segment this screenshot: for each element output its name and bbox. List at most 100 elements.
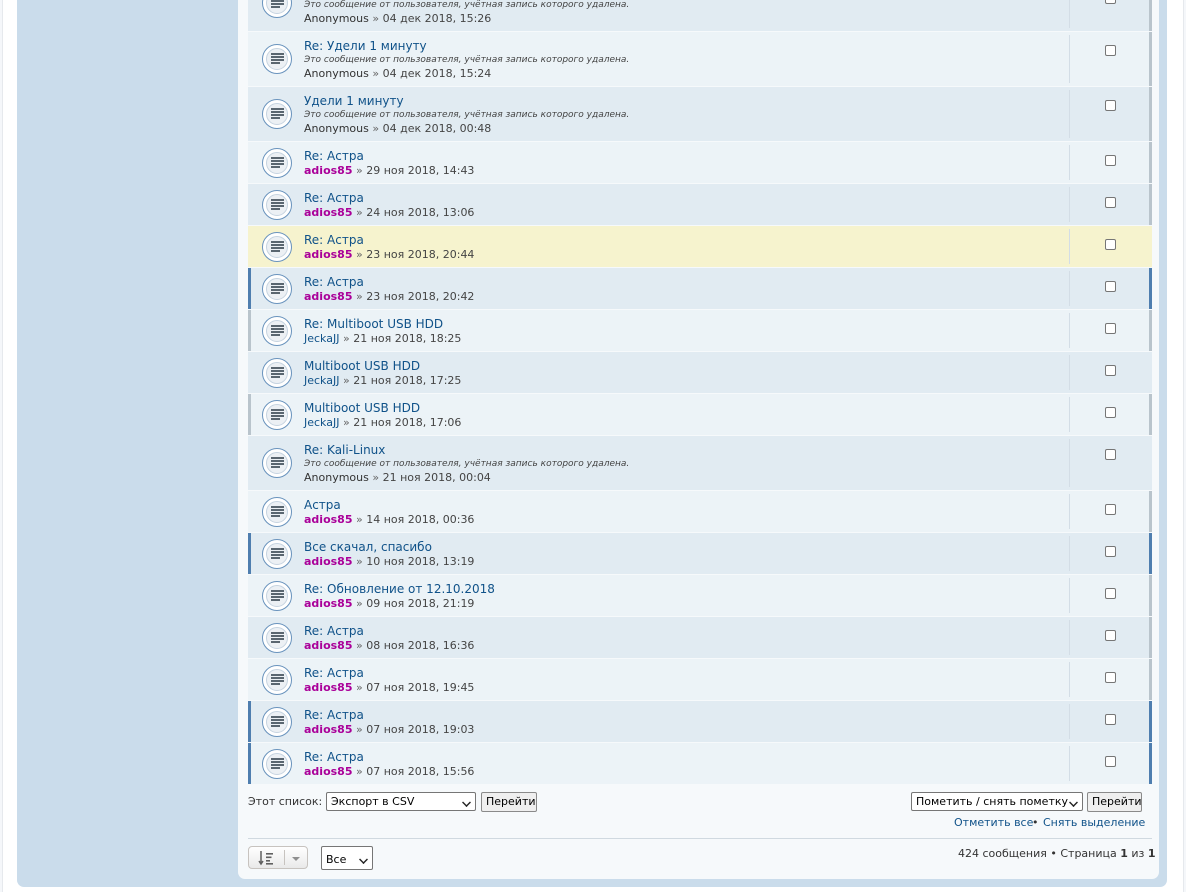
topic-read-icon: [262, 539, 292, 569]
post-author[interactable]: adios85: [304, 681, 352, 694]
post-checkbox[interactable]: [1105, 45, 1116, 56]
post-title-link[interactable]: Все скачал, спасибо: [304, 540, 432, 554]
post-author: Anonymous: [304, 471, 369, 484]
post-author: Anonymous: [304, 122, 369, 135]
post-meta: adios85 » 14 ноя 2018, 00:36: [304, 513, 475, 526]
bullet-separator: •: [1032, 816, 1039, 829]
post-author[interactable]: JeckaJJ: [304, 332, 339, 345]
post-author[interactable]: adios85: [304, 248, 352, 261]
topic-read-icon: [262, 581, 292, 611]
post-checkbox[interactable]: [1105, 0, 1116, 4]
post-checkbox[interactable]: [1105, 588, 1116, 599]
post-date: 04 дек 2018, 15:24: [382, 67, 492, 80]
topic-read-icon: [262, 274, 292, 304]
chevron-down-icon: [1069, 798, 1078, 807]
post-title-link[interactable]: Re: Астра: [304, 666, 364, 680]
post-author[interactable]: JeckaJJ: [304, 416, 339, 429]
list-item: Re: Удели 1 минуту Это сообщение от поль…: [248, 32, 1152, 86]
current-page: 1: [1120, 847, 1128, 860]
post-author[interactable]: adios85: [304, 555, 352, 568]
chevron-down-icon: [359, 855, 368, 864]
post-date: 09 ноя 2018, 21:19: [366, 597, 475, 610]
post-title-link[interactable]: Multiboot USB HDD: [304, 359, 420, 373]
post-author[interactable]: adios85: [304, 597, 352, 610]
post-author[interactable]: adios85: [304, 765, 352, 778]
topic-read-icon: [262, 400, 292, 430]
post-author[interactable]: adios85: [304, 513, 352, 526]
post-meta: Anonymous » 04 дек 2018, 00:48: [304, 122, 492, 135]
post-checkbox[interactable]: [1105, 714, 1116, 725]
list-item: Re: Астра adios85 » 07 ноя 2018, 19:03: [248, 701, 1152, 742]
post-date: 21 ноя 2018, 00:04: [382, 471, 491, 484]
sort-icon: [258, 851, 273, 866]
post-title-link[interactable]: Астра: [304, 498, 341, 512]
topic-read-icon: [262, 749, 292, 779]
post-author[interactable]: adios85: [304, 723, 352, 736]
post-meta: adios85 » 07 ноя 2018, 19:03: [304, 723, 475, 736]
post-checkbox[interactable]: [1105, 546, 1116, 557]
post-title-link[interactable]: Re: Обновление от 12.10.2018: [304, 582, 495, 596]
topic-read-icon: [262, 448, 292, 478]
post-date: 29 ноя 2018, 14:43: [366, 164, 475, 177]
post-meta: adios85 » 23 ноя 2018, 20:42: [304, 290, 475, 303]
topic-read-icon: [262, 148, 292, 178]
post-author[interactable]: JeckaJJ: [304, 374, 339, 387]
mark-all-link[interactable]: Отметить все: [954, 816, 1033, 829]
post-checkbox[interactable]: [1105, 197, 1116, 208]
post-author[interactable]: adios85: [304, 164, 352, 177]
post-checkbox[interactable]: [1105, 449, 1116, 460]
sort-button[interactable]: [248, 846, 308, 869]
post-date: 08 ноя 2018, 16:36: [366, 639, 475, 652]
total-pages: 1: [1147, 847, 1156, 860]
post-title-link[interactable]: Re: Multiboot USB HDD: [304, 317, 443, 331]
mark-select[interactable]: Пометить / снять пометку: [911, 792, 1083, 811]
post-date: 04 дек 2018, 00:48: [382, 122, 492, 135]
post-checkbox[interactable]: [1105, 239, 1116, 250]
post-meta: JeckaJJ » 21 ноя 2018, 17:06: [304, 416, 462, 429]
post-title-link[interactable]: Re: Kali-Linux: [304, 443, 385, 457]
post-title-link[interactable]: Re: Астра: [304, 149, 364, 163]
post-meta: Anonymous » 04 дек 2018, 15:24: [304, 67, 492, 80]
post-date: 07 ноя 2018, 19:03: [366, 723, 475, 736]
topic-read-icon: [262, 99, 292, 129]
post-title-link[interactable]: Re: Астра: [304, 275, 364, 289]
footer-divider: [248, 838, 1152, 839]
export-select[interactable]: Экспорт в CSV: [326, 792, 476, 811]
post-meta: JeckaJJ » 21 ноя 2018, 17:25: [304, 374, 462, 387]
post-title-link[interactable]: Удели 1 минуту: [304, 94, 404, 108]
post-checkbox[interactable]: [1105, 155, 1116, 166]
post-date: 10 ноя 2018, 13:19: [366, 555, 475, 568]
post-meta: adios85 » 24 ноя 2018, 13:06: [304, 206, 475, 219]
post-title-link[interactable]: Re: Астра: [304, 750, 364, 764]
post-checkbox[interactable]: [1105, 323, 1116, 334]
post-checkbox[interactable]: [1105, 100, 1116, 111]
topic-read-icon: [262, 497, 292, 527]
post-checkbox[interactable]: [1105, 407, 1116, 418]
chevron-down-icon: [462, 798, 471, 807]
post-title-link[interactable]: Re: Астра: [304, 708, 364, 722]
post-checkbox[interactable]: [1105, 672, 1116, 683]
unmark-all-link[interactable]: Снять выделение: [1043, 816, 1145, 829]
post-author[interactable]: adios85: [304, 206, 352, 219]
post-checkbox[interactable]: [1105, 756, 1116, 767]
post-checkbox[interactable]: [1105, 504, 1116, 515]
post-date: 14 ноя 2018, 00:36: [366, 513, 475, 526]
post-meta: adios85 » 10 ноя 2018, 13:19: [304, 555, 475, 568]
post-title-link[interactable]: Re: Астра: [304, 624, 364, 638]
post-title-link[interactable]: Re: Удели 1 минуту: [304, 39, 427, 53]
post-meta: Anonymous » 04 дек 2018, 15:26: [304, 12, 492, 25]
post-title-link[interactable]: Multiboot USB HDD: [304, 401, 420, 415]
post-date: 21 ноя 2018, 17:25: [353, 374, 462, 387]
topic-read-icon: [262, 0, 292, 18]
post-checkbox[interactable]: [1105, 630, 1116, 641]
post-title-link[interactable]: Re: Астра: [304, 233, 364, 247]
go-button-2[interactable]: Перейти: [1087, 792, 1142, 812]
per-page-select[interactable]: Все: [321, 846, 373, 870]
post-author[interactable]: adios85: [304, 290, 352, 303]
post-checkbox[interactable]: [1105, 281, 1116, 292]
post-title-link[interactable]: Re: Астра: [304, 191, 364, 205]
post-checkbox[interactable]: [1105, 365, 1116, 376]
post-date: 21 ноя 2018, 17:06: [353, 416, 462, 429]
post-author[interactable]: adios85: [304, 639, 352, 652]
go-button[interactable]: Перейти: [481, 792, 537, 812]
